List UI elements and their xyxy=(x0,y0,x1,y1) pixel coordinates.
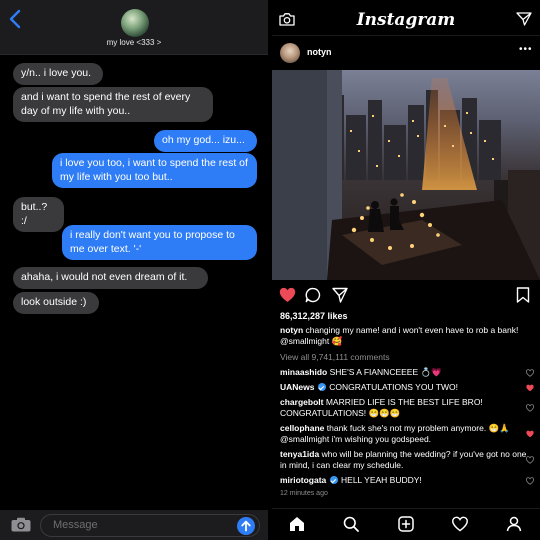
comment-text: HELL YEAH BUDDY! xyxy=(338,475,422,485)
post-caption: notyn changing my name! and i won't even… xyxy=(280,325,530,347)
message-bubble-outgoing[interactable]: oh my god... izu... xyxy=(154,130,257,152)
comment-row: minaashido SHE'S A FIANNCEEEE 💍💗 xyxy=(280,367,530,378)
topbar-divider xyxy=(272,35,540,36)
comment-like-icon[interactable] xyxy=(526,430,534,438)
comment-username[interactable]: tenya1ida xyxy=(280,449,319,459)
verified-badge-icon xyxy=(329,476,338,484)
comment-row: cellophane thank fuck she's not my probl… xyxy=(280,423,530,445)
contact-name[interactable]: my love <333 > xyxy=(0,38,268,47)
comment-like-icon[interactable] xyxy=(526,404,534,412)
caption-username[interactable]: notyn xyxy=(280,325,303,335)
comment-row: tenya1ida who will be planning the weddi… xyxy=(280,449,530,471)
comment-row: miriotogata HELL YEAH BUDDY! xyxy=(280,475,530,486)
home-icon[interactable] xyxy=(289,516,305,532)
contact-avatar[interactable] xyxy=(121,9,149,37)
bookmark-icon[interactable] xyxy=(516,287,530,303)
comment-username[interactable]: chargebolt xyxy=(280,397,323,407)
comment-like-icon[interactable] xyxy=(526,384,534,392)
comment-row: UANews CONGRATULATIONS YOU TWO! xyxy=(280,382,530,393)
comment-username[interactable]: minaashido xyxy=(280,367,327,377)
direct-message-icon[interactable] xyxy=(516,12,532,26)
post-username[interactable]: notyn xyxy=(307,47,332,57)
comment-row: chargebolt MARRIED LIFE IS THE BEST LIFE… xyxy=(280,397,530,419)
message-bubble-incoming[interactable]: y/n.. i love you. xyxy=(13,63,103,85)
add-post-icon[interactable] xyxy=(398,516,414,532)
post-photo[interactable] xyxy=(272,70,540,280)
message-bubble-outgoing[interactable]: i love you too, i want to spend the rest… xyxy=(52,153,257,188)
comment-username[interactable]: cellophane xyxy=(280,423,324,433)
instagram-logo[interactable]: Instagram xyxy=(272,10,540,30)
message-input-placeholder: Message xyxy=(53,519,98,531)
comment-icon[interactable] xyxy=(305,287,321,303)
comment-text: CONGRATULATIONS YOU TWO! xyxy=(326,382,458,392)
share-icon[interactable] xyxy=(332,287,348,303)
instagram-panel: Instagram notyn ••• 86,312,287 likes not… xyxy=(272,0,540,540)
comment-username[interactable]: UANews xyxy=(280,382,314,392)
post-timestamp: 12 minutes ago xyxy=(280,490,328,497)
message-bubble-incoming[interactable]: and i want to spend the rest of every da… xyxy=(13,87,213,122)
caption-text: changing my name! and i won't even have … xyxy=(280,325,519,346)
comment-like-icon[interactable] xyxy=(526,369,534,377)
search-icon[interactable] xyxy=(343,516,359,532)
activity-heart-icon[interactable] xyxy=(452,516,468,532)
heart-icon[interactable] xyxy=(279,287,296,303)
back-chevron-icon[interactable] xyxy=(7,9,25,29)
send-arrow-icon[interactable] xyxy=(237,517,255,535)
verified-badge-icon xyxy=(317,383,326,391)
more-options-icon[interactable]: ••• xyxy=(519,44,533,55)
message-bubble-incoming[interactable]: look outside :) xyxy=(13,292,99,314)
avatar[interactable] xyxy=(280,43,300,63)
comment-like-icon[interactable] xyxy=(526,456,534,464)
message-bubble-incoming[interactable]: ahaha, i would not even dream of it. xyxy=(13,267,208,289)
profile-icon[interactable] xyxy=(506,516,522,532)
imessage-panel: my love <333 > y/n.. i love you. and i w… xyxy=(0,0,268,540)
like-count[interactable]: 86,312,287 likes xyxy=(280,311,348,321)
message-bubble-incoming[interactable]: but..? :/ xyxy=(13,197,64,232)
camera-icon[interactable] xyxy=(11,517,31,532)
message-bubble-outgoing[interactable]: i really don't want you to propose to me… xyxy=(62,225,257,260)
comment-text: SHE'S A FIANNCEEEE 💍💗 xyxy=(327,367,442,377)
comment-username[interactable]: miriotogata xyxy=(280,475,326,485)
comment-like-icon[interactable] xyxy=(526,477,534,485)
view-all-comments-link[interactable]: View all 9,741,111 comments xyxy=(280,352,390,362)
